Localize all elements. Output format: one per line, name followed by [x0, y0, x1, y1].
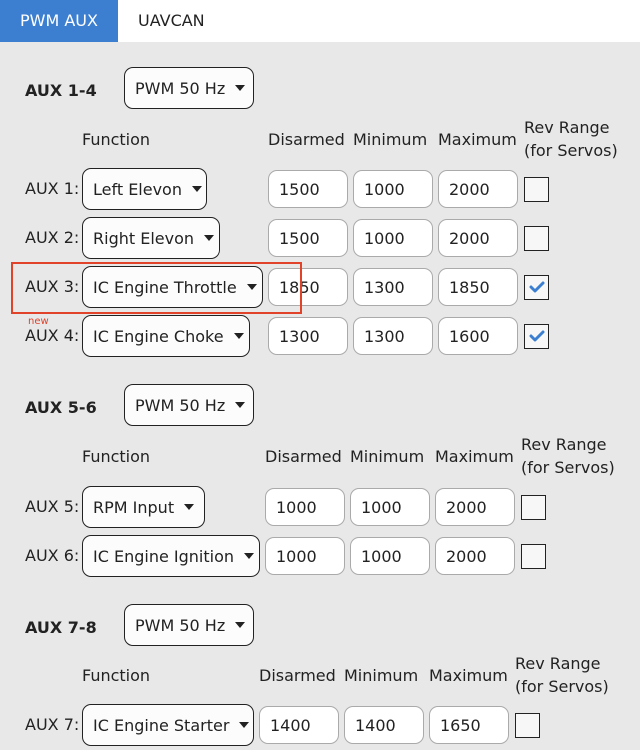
chevron-down-icon — [235, 85, 246, 91]
column-header-disarmed: Disarmed — [259, 666, 336, 685]
column-header-maximum: Maximum — [435, 447, 514, 466]
group-title: AUX 1-4 — [25, 81, 97, 100]
disarmed-input[interactable]: 1400 — [259, 706, 339, 744]
pwm-rate-select-value: PWM 50 Hz — [135, 78, 226, 98]
disarmed-input[interactable]: 1000 — [265, 537, 345, 575]
new-annotation: new — [28, 316, 49, 327]
disarmed-input[interactable]: 1000 — [265, 488, 345, 526]
chevron-down-icon — [204, 235, 215, 241]
minimum-input[interactable]: 1400 — [344, 706, 424, 744]
pwm-rate-select[interactable]: PWM 50 Hz — [124, 384, 254, 426]
output-label: AUX 4: — [25, 326, 80, 345]
output-label: AUX 6: — [25, 546, 80, 565]
chevron-down-icon — [184, 504, 195, 510]
rev-range-checkbox[interactable] — [524, 324, 549, 349]
highlight-box — [11, 262, 302, 314]
rev-range-checkbox[interactable] — [521, 495, 546, 520]
minimum-input[interactable]: 1000 — [353, 219, 433, 257]
rev-range-checkbox[interactable] — [521, 544, 546, 569]
group-title: AUX 5-6 — [25, 398, 97, 417]
column-header-rev-range: Rev Range — [521, 435, 607, 454]
pwm-aux-panel: AUX 1-4 PWM 50 Hz Function Disarmed Minimum M… — [0, 42, 640, 750]
maximum-input[interactable]: 1600 — [438, 317, 518, 355]
minimum-input[interactable]: 1000 — [353, 170, 433, 208]
maximum-input[interactable]: 2000 — [435, 488, 515, 526]
chevron-down-icon — [235, 402, 246, 408]
pwm-rate-select[interactable]: PWM 50 Hz — [124, 604, 254, 646]
function-select[interactable]: IC Engine Starter — [82, 704, 254, 746]
maximum-input[interactable]: 2000 — [438, 170, 518, 208]
function-select-value: Left Elevon — [93, 179, 182, 199]
rev-range-checkbox[interactable] — [515, 713, 540, 738]
output-label: AUX 7: — [25, 715, 80, 734]
column-header-rev-range-sub: (for Servos) — [524, 141, 618, 160]
chevron-down-icon — [191, 186, 202, 192]
tab-pwm-aux[interactable]: PWM AUX — [0, 0, 118, 42]
tab-bar: PWM AUX UAVCAN — [0, 0, 640, 42]
maximum-input[interactable]: 1650 — [429, 706, 509, 744]
function-select[interactable]: IC Engine Ignition — [82, 535, 260, 577]
chevron-down-icon — [239, 722, 250, 728]
column-header-maximum: Maximum — [438, 130, 517, 149]
function-select-value: IC Engine Ignition — [93, 546, 235, 566]
column-header-maximum: Maximum — [429, 666, 508, 685]
rev-range-checkbox[interactable] — [524, 275, 549, 300]
function-select[interactable]: RPM Input — [82, 486, 205, 528]
chevron-down-icon — [244, 553, 255, 559]
function-select[interactable]: IC Engine Choke — [82, 315, 250, 357]
rev-range-checkbox[interactable] — [524, 177, 549, 202]
function-select-value: IC Engine Choke — [93, 326, 224, 346]
disarmed-input[interactable]: 1300 — [268, 317, 348, 355]
column-header-function: Function — [82, 447, 151, 466]
column-header-minimum: Minimum — [344, 666, 419, 685]
column-header-rev-range: Rev Range — [524, 118, 610, 137]
tab-uavcan[interactable]: UAVCAN — [118, 0, 225, 42]
group-title: AUX 7-8 — [25, 618, 97, 637]
output-label: AUX 5: — [25, 497, 80, 516]
function-select-value: IC Engine Starter — [93, 715, 230, 735]
checkmark-icon — [529, 327, 545, 346]
pwm-rate-select-value: PWM 50 Hz — [135, 395, 226, 415]
column-header-minimum: Minimum — [353, 130, 428, 149]
minimum-input[interactable]: 1300 — [353, 317, 433, 355]
chevron-down-icon — [233, 333, 244, 339]
column-header-function: Function — [82, 666, 151, 685]
checkmark-icon — [529, 278, 545, 297]
disarmed-input[interactable]: 1500 — [268, 170, 348, 208]
output-label: AUX 2: — [25, 228, 80, 247]
minimum-input[interactable]: 1000 — [350, 488, 430, 526]
maximum-input[interactable]: 2000 — [438, 219, 518, 257]
column-header-disarmed: Disarmed — [265, 447, 342, 466]
maximum-input[interactable]: 2000 — [435, 537, 515, 575]
function-select-value: Right Elevon — [93, 228, 195, 248]
maximum-input[interactable]: 1850 — [438, 268, 518, 306]
column-header-minimum: Minimum — [350, 447, 425, 466]
chevron-down-icon — [235, 622, 246, 628]
column-header-rev-range-sub: (for Servos) — [521, 458, 615, 477]
function-select-value: RPM Input — [93, 497, 175, 517]
output-label: AUX 1: — [25, 179, 80, 198]
column-header-function: Function — [82, 130, 151, 149]
column-header-disarmed: Disarmed — [268, 130, 345, 149]
disarmed-input[interactable]: 1500 — [268, 219, 348, 257]
minimum-input[interactable]: 1000 — [350, 537, 430, 575]
column-header-rev-range: Rev Range — [515, 654, 601, 673]
pwm-rate-select[interactable]: PWM 50 Hz — [124, 67, 254, 109]
minimum-input[interactable]: 1300 — [353, 268, 433, 306]
rev-range-checkbox[interactable] — [524, 226, 549, 251]
function-select[interactable]: Right Elevon — [82, 217, 220, 259]
pwm-rate-select-value: PWM 50 Hz — [135, 615, 226, 635]
column-header-rev-range-sub: (for Servos) — [515, 677, 609, 696]
function-select[interactable]: Left Elevon — [82, 168, 207, 210]
